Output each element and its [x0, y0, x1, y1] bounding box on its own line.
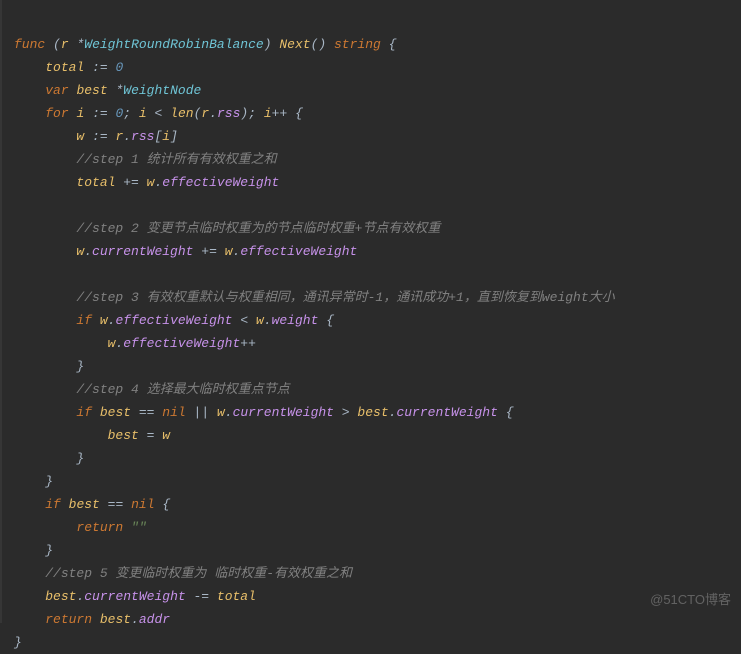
line-5: w := r.rss[i]	[14, 129, 178, 144]
line-14: w.effectiveWeight++	[14, 336, 256, 351]
line-26: return best.addr	[14, 612, 170, 627]
code-block: func (r *WeightRoundRobinBalance) Next()…	[0, 0, 741, 654]
line-25: best.currentWeight -= total	[14, 589, 256, 604]
line-7: total += w.effectiveWeight	[14, 175, 279, 190]
line-2: total := 0	[14, 60, 123, 75]
line-10: w.currentWeight += w.effectiveWeight	[14, 244, 357, 259]
line-15: }	[14, 359, 84, 374]
line-18: best = w	[14, 428, 170, 443]
line-17: if best == nil || w.currentWeight > best…	[14, 405, 514, 420]
line-9: //step 2 变更节点临时权重为的节点临时权重+节点有效权重	[14, 221, 440, 236]
line-1: func (r *WeightRoundRobinBalance) Next()…	[14, 37, 396, 52]
line-4: for i := 0; i < len(r.rss); i++ {	[14, 106, 303, 121]
line-16: //step 4 选择最大临时权重点节点	[14, 382, 290, 397]
line-24: //step 5 变更临时权重为 临时权重-有效权重之和	[14, 566, 352, 581]
line-27: }	[14, 635, 22, 650]
line-12: //step 3 有效权重默认与权重相同，通讯异常时-1，通讯成功+1，直到恢复…	[14, 290, 615, 305]
line-19: }	[14, 451, 84, 466]
line-3: var best *WeightNode	[14, 83, 201, 98]
line-21: if best == nil {	[14, 497, 170, 512]
gutter	[0, 0, 2, 623]
line-6: //step 1 统计所有有效权重之和	[14, 152, 277, 167]
line-20: }	[14, 474, 53, 489]
watermark: @51CTO博客	[650, 588, 731, 611]
line-13: if w.effectiveWeight < w.weight {	[14, 313, 334, 328]
line-22: return ""	[14, 520, 147, 535]
line-23: }	[14, 543, 53, 558]
